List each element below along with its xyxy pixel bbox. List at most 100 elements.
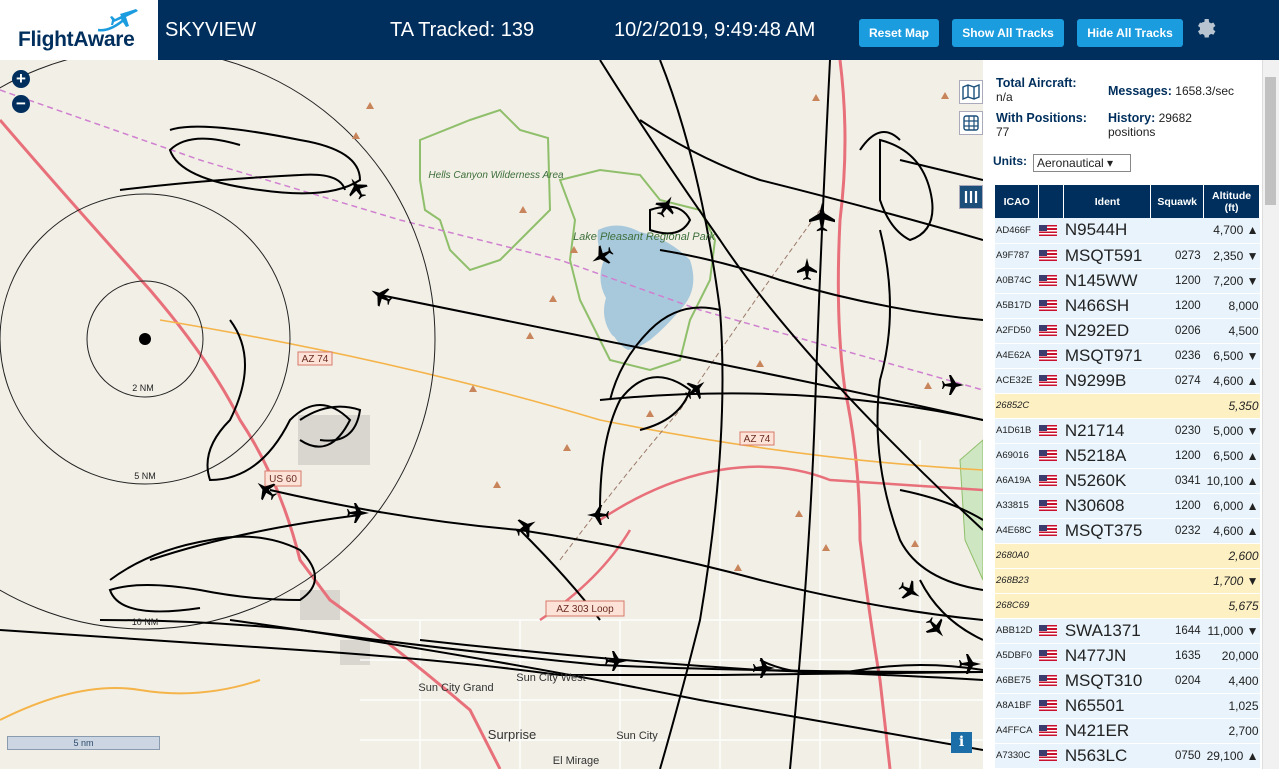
label-sun-city-west: Sun City West [516,672,586,684]
flightaware-logo[interactable]: FlightAware [0,0,158,60]
ident-cell: N21714 [1063,418,1151,444]
col-icao[interactable]: ICAO [995,185,1040,218]
flag-cell [1038,343,1064,369]
squawk-cell [1150,543,1204,569]
squawk-cell: 1200 [1150,293,1204,319]
ident-cell: MSQT310 [1063,668,1151,694]
altitude-cell: 2,350 ▼ [1203,243,1260,269]
show-all-tracks-button[interactable]: Show All Tracks [952,19,1064,47]
ident-cell: MSQT375 [1063,518,1151,544]
table-row[interactable]: A9F787 MSQT591 0273 2,350 ▼ [995,243,1260,269]
ident-cell: SWA1371 [1063,618,1151,644]
squawk-cell: 1200 [1150,443,1204,469]
table-row[interactable]: A6A19A N5260K 0341 10,100 ▲ [995,468,1260,494]
table-row[interactable]: AD466F N9544H 4,700 ▲ [995,218,1260,244]
squawk-cell [1150,568,1204,594]
altitude-cell: 5,675 [1203,593,1260,619]
table-row[interactable]: A8A1BF N65501 1,025 [995,693,1260,719]
units-select[interactable]: Aeronautical ▾ [1033,154,1131,172]
table-row[interactable]: A33815 N30608 1200 6,000 ▲ [995,493,1260,519]
table-row[interactable]: A69016 N5218A 1200 6,500 ▲ [995,443,1260,469]
col-altitude[interactable]: Altitude (ft) [1203,185,1260,218]
icao-cell: A9F787 [995,243,1039,269]
icao-cell: 26852C [995,393,1039,419]
table-row[interactable]: A5DBF0 N477JN 1635 20,000 [995,643,1260,669]
altitude-cell: 7,200 ▼ [1203,268,1260,294]
altitude-cell: 2,600 [1203,543,1260,569]
us-flag-icon [1038,625,1057,637]
table-row[interactable]: A4E68C MSQT375 0232 4,600 ▲ [995,518,1260,544]
shield-az303: AZ 303 Loop [556,604,614,615]
icao-cell: A6A19A [995,468,1039,494]
altitude-cell: 11,000 ▼ [1203,618,1260,644]
table-row[interactable]: ACE32E N9299B 0274 4,600 ▲ [995,368,1260,394]
col-squawk[interactable]: Squawk [1150,185,1205,218]
sidebar-scroll-thumb[interactable] [1265,77,1276,205]
zoom-out-button[interactable]: − [12,95,30,113]
aircraft-table-wrap: ICAO Ident Squawk Altitude (ft) AD466F N9… [995,185,1260,769]
table-row[interactable]: A6BE75 MSQT310 0204 4,400 [995,668,1260,694]
icao-cell: 2680A0 [995,543,1039,569]
squawk-cell: 0232 [1150,518,1204,544]
table-row[interactable]: 268C69 5,675 [995,593,1260,619]
ident-cell: N9299B [1063,368,1151,394]
table-row[interactable]: A0B74C N145WW 1200 7,200 ▼ [995,268,1260,294]
messages-value: 1658.3/sec [1175,84,1234,98]
us-flag-icon [1038,375,1057,387]
map-layer-icon[interactable] [959,80,983,104]
altitude-cell: 5,350 [1203,393,1260,419]
range-label-2nm: 2 NM [132,383,154,393]
shield-us60: US 60 [269,474,297,485]
map-view[interactable]: AZ 74 AZ 74 US 60 AZ 303 Loop Hells Cany… [0,60,983,769]
table-row[interactable]: A7330C N563LC 0750 29,100 ▲ [995,743,1260,769]
table-row[interactable]: A1D61B N21714 0230 5,000 ▼ [995,418,1260,444]
ident-cell [1063,543,1151,569]
flag-cell [1038,518,1064,544]
ident-cell [1063,393,1151,419]
label-el-mirage: El Mirage [553,755,599,767]
zoom-in-button[interactable]: + [12,70,30,88]
us-flag-icon [1038,425,1057,437]
us-flag-icon [1038,450,1057,462]
table-row[interactable]: A4E62A MSQT971 0236 6,500 ▼ [995,343,1260,369]
table-row[interactable]: ABB12D SWA1371 1644 11,000 ▼ [995,618,1260,644]
altitude-cell: 1,025 [1203,693,1260,719]
squawk-cell: 0230 [1150,418,1204,444]
table-row[interactable]: A4FFCA N421ER 2,700 [995,718,1260,744]
map-canvas[interactable]: AZ 74 AZ 74 US 60 AZ 303 Loop Hells Cany… [0,60,983,769]
table-row[interactable]: 2680A0 2,600 [995,543,1260,569]
flag-cell [1038,618,1064,644]
flag-cell [1038,643,1064,669]
with-positions-label: With Positions: [996,111,1087,125]
altitude-cell: 29,100 ▲ [1203,743,1260,769]
icao-cell: A1D61B [995,418,1039,444]
table-row[interactable]: A5B17D N466SH 1200 8,000 [995,293,1260,319]
reset-map-button[interactable]: Reset Map [859,19,939,47]
squawk-cell: 1200 [1150,493,1204,519]
ident-cell: N30608 [1063,493,1151,519]
ident-cell: N9544H [1063,218,1151,244]
grid-overlay-icon[interactable] [959,111,983,135]
icao-cell: A69016 [995,443,1039,469]
label-hells-canyon: Hells Canyon Wilderness Area [428,170,564,181]
col-flag[interactable] [1038,185,1065,218]
table-row[interactable]: 268B23 1,700 ▼ [995,568,1260,594]
table-row[interactable]: A2FD50 N292ED 0206 4,500 [995,318,1260,344]
flag-cell [1038,293,1064,319]
col-ident[interactable]: Ident [1063,185,1152,218]
altitude-cell: 5,000 ▼ [1203,418,1260,444]
icao-cell: A0B74C [995,268,1039,294]
altitude-cell: 4,600 ▲ [1203,368,1260,394]
table-row[interactable]: 26852C 5,350 [995,393,1260,419]
gear-icon[interactable] [1194,16,1218,40]
icao-cell: A7330C [995,743,1039,769]
flag-cell [1038,268,1064,294]
altitude-cell: 4,400 [1203,668,1260,694]
icao-cell: AD466F [995,218,1039,244]
hide-all-tracks-button[interactable]: Hide All Tracks [1077,19,1183,47]
flag-cell [1038,593,1064,619]
columns-icon[interactable] [959,185,983,209]
aircraft-sidebar: Total Aircraft: n/a Messages: 1658.3/sec… [983,60,1279,769]
info-button[interactable]: i [951,732,972,753]
flag-cell [1038,393,1064,419]
